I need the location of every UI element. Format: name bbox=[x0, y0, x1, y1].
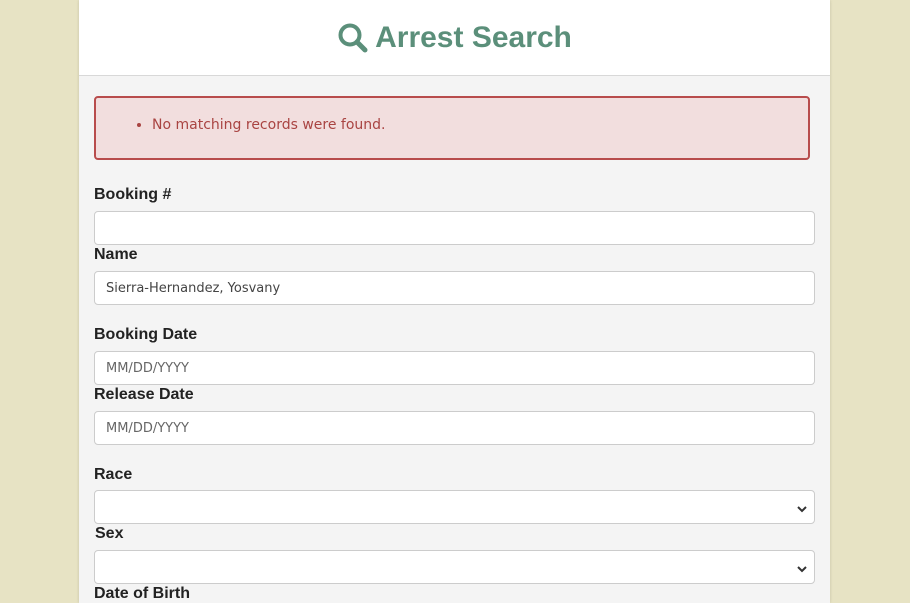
release-date-input[interactable] bbox=[94, 411, 815, 445]
search-panel: Arrest Search No matching records were f… bbox=[79, 0, 830, 603]
name-input[interactable] bbox=[94, 271, 815, 305]
sex-label: Sex bbox=[95, 525, 124, 542]
date-of-birth-label: Date of Birth bbox=[94, 585, 190, 602]
error-alert: No matching records were found. bbox=[94, 96, 810, 160]
page-header: Arrest Search bbox=[79, 0, 830, 76]
booking-date-label: Booking Date bbox=[94, 326, 198, 343]
page-title: Arrest Search bbox=[337, 21, 572, 55]
search-icon bbox=[337, 22, 369, 54]
sex-select[interactable] bbox=[94, 550, 815, 584]
race-label: Race bbox=[94, 466, 133, 483]
chevron-down-icon bbox=[796, 562, 808, 580]
error-message: No matching records were found. bbox=[152, 116, 808, 134]
page-title-text: Arrest Search bbox=[375, 20, 572, 54]
booking-date-input[interactable] bbox=[94, 351, 815, 385]
release-date-label: Release Date bbox=[94, 386, 194, 403]
error-list: No matching records were found. bbox=[96, 98, 808, 134]
chevron-down-icon bbox=[796, 502, 808, 520]
booking-number-input[interactable] bbox=[94, 211, 815, 245]
booking-number-label: Booking # bbox=[94, 186, 172, 203]
name-label: Name bbox=[94, 246, 138, 263]
race-select[interactable] bbox=[94, 490, 815, 524]
